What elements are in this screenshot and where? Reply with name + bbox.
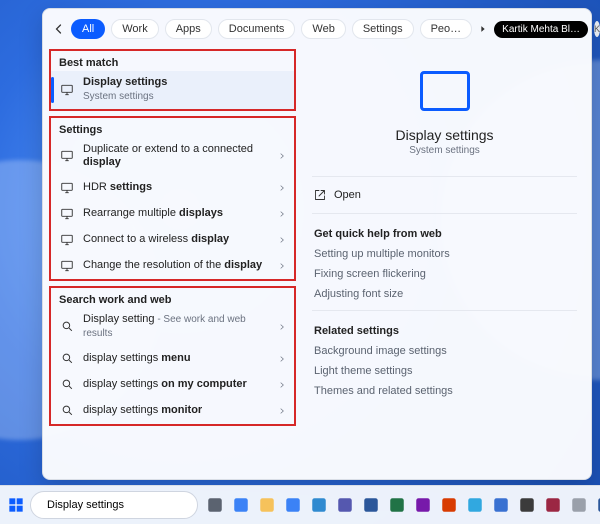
taskbar-app-mail[interactable] xyxy=(308,494,330,516)
chevron-right-icon xyxy=(278,262,286,270)
taskbar-app-widgets[interactable] xyxy=(230,494,252,516)
chevron-right-icon xyxy=(278,236,286,244)
monitor-icon xyxy=(59,258,75,274)
result-text: display settings menu xyxy=(83,352,270,366)
preview-title: Display settings xyxy=(395,127,493,143)
display-hero-icon xyxy=(420,71,470,115)
filter-tabs: All Work Apps DocumentsWeb Settings Peo… Kart… xyxy=(43,9,591,49)
monitor-icon xyxy=(59,206,75,222)
taskbar-app-task-view[interactable] xyxy=(204,494,226,516)
taskbar-search[interactable] xyxy=(30,491,198,519)
taskbar-app-excel[interactable] xyxy=(386,494,408,516)
search-icon xyxy=(59,319,75,335)
quick-help-header: Get quick help from web xyxy=(312,220,577,244)
taskbar-app-explorer[interactable] xyxy=(256,494,278,516)
taskbar-app-word[interactable] xyxy=(360,494,382,516)
filter-tab-documents[interactable]: Documents xyxy=(218,19,296,39)
filter-tab-apps[interactable]: Apps xyxy=(165,19,212,39)
chevron-right-icon xyxy=(278,210,286,218)
group-web: Search work and web Display setting - Se… xyxy=(49,286,296,426)
preview-subtitle: System settings xyxy=(409,145,480,156)
taskbar-app-app-d[interactable] xyxy=(594,494,600,516)
search-icon xyxy=(59,377,75,393)
result-text: Display settings System settings xyxy=(83,76,286,104)
result-text: HDR settings xyxy=(83,181,270,195)
web-result-3[interactable]: display settings monitor xyxy=(51,398,294,424)
open-icon xyxy=(314,189,326,201)
monitor-icon xyxy=(59,82,75,98)
related-link-2[interactable]: Themes and related settings xyxy=(312,381,577,401)
result-display-settings[interactable]: Display settings System settings xyxy=(51,71,294,109)
search-icon xyxy=(59,403,75,419)
settings-result-3[interactable]: Connect to a wireless display xyxy=(51,227,294,253)
filter-tab-settings[interactable]: Settings xyxy=(352,19,414,39)
web-header: Search work and web xyxy=(51,288,294,308)
taskbar-app-todo[interactable] xyxy=(490,494,512,516)
tabs-more-icon[interactable] xyxy=(478,24,488,34)
taskbar-app-teams[interactable] xyxy=(334,494,356,516)
taskbar-app-onenote[interactable] xyxy=(412,494,434,516)
taskbar-app-camera[interactable] xyxy=(542,494,564,516)
search-window: All Work Apps DocumentsWeb Settings Peo… Kart… xyxy=(42,8,592,480)
user-chip[interactable]: Kartik Mehta Bl… xyxy=(494,21,588,38)
filter-tab-peo…[interactable]: Peo… xyxy=(420,19,473,39)
chevron-right-icon xyxy=(278,355,286,363)
monitor-icon xyxy=(59,180,75,196)
taskbar-app-store[interactable] xyxy=(282,494,304,516)
result-text: display settings monitor xyxy=(83,404,270,418)
preview-pane: Display settings System settings Open Ge… xyxy=(298,49,591,479)
taskbar-app-app-c[interactable] xyxy=(568,494,590,516)
chevron-right-icon xyxy=(278,407,286,415)
open-label: Open xyxy=(334,189,361,201)
settings-result-4[interactable]: Change the resolution of the display xyxy=(51,253,294,279)
result-text: Change the resolution of the display xyxy=(83,259,270,273)
result-text: Rearrange multiple displays xyxy=(83,207,270,221)
monitor-icon xyxy=(59,232,75,248)
web-result-0[interactable]: Display setting - See work and web resul… xyxy=(51,308,294,346)
filter-tab-web[interactable]: Web xyxy=(301,19,345,39)
taskbar-app-snip[interactable] xyxy=(438,494,460,516)
chevron-right-icon xyxy=(278,152,286,160)
open-action[interactable]: Open xyxy=(312,183,577,207)
group-best-match: Best match Display settings System setti… xyxy=(49,49,296,111)
quick-help-link-2[interactable]: Adjusting font size xyxy=(312,284,577,304)
taskbar-app-edge[interactable] xyxy=(464,494,486,516)
chevron-right-icon xyxy=(278,184,286,192)
filter-tab-all[interactable]: All xyxy=(71,19,105,39)
related-header: Related settings xyxy=(312,317,577,341)
settings-header: Settings xyxy=(51,118,294,138)
quick-help-link-1[interactable]: Fixing screen flickering xyxy=(312,264,577,284)
settings-result-1[interactable]: HDR settings xyxy=(51,175,294,201)
back-button[interactable] xyxy=(53,21,65,37)
settings-result-2[interactable]: Rearrange multiple displays xyxy=(51,201,294,227)
web-result-1[interactable]: display settings menu xyxy=(51,346,294,372)
taskbar xyxy=(0,485,600,524)
filter-tab-work[interactable]: Work xyxy=(111,19,158,39)
related-link-1[interactable]: Light theme settings xyxy=(312,361,577,381)
start-button[interactable] xyxy=(8,495,24,515)
result-text: Display setting - See work and web resul… xyxy=(83,313,270,341)
search-icon xyxy=(59,351,75,367)
user-avatar[interactable]: K xyxy=(594,21,600,37)
quick-help-link-0[interactable]: Setting up multiple monitors xyxy=(312,244,577,264)
settings-result-0[interactable]: Duplicate or extend to a connected displ… xyxy=(51,138,294,176)
group-settings: Settings Duplicate or extend to a connec… xyxy=(49,116,296,282)
result-text: Duplicate or extend to a connected displ… xyxy=(83,143,270,171)
chevron-right-icon xyxy=(278,323,286,331)
monitor-icon xyxy=(59,148,75,164)
best-match-header: Best match xyxy=(51,51,294,71)
taskbar-search-input[interactable] xyxy=(45,498,191,512)
web-result-2[interactable]: display settings on my computer xyxy=(51,372,294,398)
result-text: display settings on my computer xyxy=(83,378,270,392)
chevron-right-icon xyxy=(278,381,286,389)
taskbar-app-app-b[interactable] xyxy=(516,494,538,516)
related-link-0[interactable]: Background image settings xyxy=(312,341,577,361)
result-text: Connect to a wireless display xyxy=(83,233,270,247)
